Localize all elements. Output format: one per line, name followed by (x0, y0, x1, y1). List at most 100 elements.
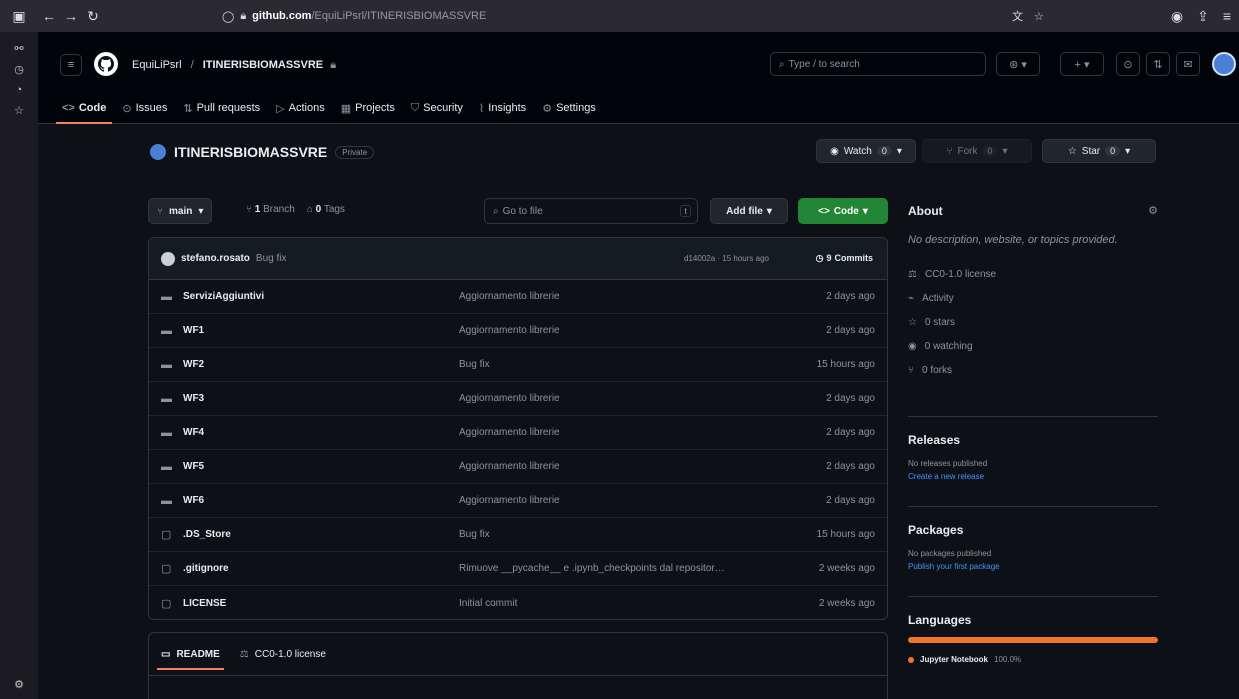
table-row[interactable]: ▢ LICENSE Initial commit 2 weeks ago (149, 586, 887, 619)
language-color-dot (908, 656, 914, 663)
file-name[interactable]: WF3 (183, 393, 473, 404)
stars-link[interactable]: ☆ 0 stars (908, 310, 1158, 334)
table-row[interactable]: ▬ WF1 Aggiornamento librerie 2 days ago (149, 314, 887, 348)
repo-link[interactable]: ITINERISBIOMASSVRE (203, 59, 323, 71)
table-row[interactable]: ▢ .gitignore Rimuove __pycache__ e .ipynb_… (149, 552, 887, 586)
visibility-badge: Private (335, 145, 375, 159)
commit-author[interactable]: stefano.rosato (181, 253, 250, 264)
create-new-button[interactable]: + ▾ (1060, 52, 1104, 76)
back-icon[interactable]: ← (38, 8, 60, 24)
releases-title[interactable]: Releases (908, 433, 1158, 447)
star-button[interactable]: ☆ Star 0 ▾ (1042, 139, 1156, 163)
file-name[interactable]: .DS_Store (183, 529, 473, 540)
share-icon[interactable]: ⇪ (1192, 8, 1214, 25)
file-commit-message[interactable]: Bug fix (459, 529, 490, 540)
language-item[interactable]: Jupyter Notebook 100.0% (908, 655, 1158, 664)
branch-selector[interactable]: ⑂ main ▾ (148, 198, 213, 224)
file-date: 2 days ago (826, 427, 875, 438)
table-row[interactable]: ▬ ServiziAggiuntivi Aggiornamento librerie… (149, 280, 887, 314)
pull-requests-icon[interactable]: ⇅ (1146, 52, 1170, 76)
tab-actions[interactable]: ▷ Actions (276, 98, 325, 118)
commits-link[interactable]: ◷ 9 Commits (816, 253, 873, 264)
add-file-button[interactable]: Add file ▾ (710, 198, 788, 224)
history-icon[interactable]: ◷ (14, 63, 24, 76)
file-commit-message[interactable]: Aggiornamento librerie (459, 393, 560, 404)
watch-button[interactable]: ◉ Watch 0 ▾ (816, 139, 916, 163)
file-name[interactable]: .gitignore (183, 563, 473, 574)
commit-hash-time[interactable]: d14002a · 15 hours ago (684, 254, 769, 263)
search-input[interactable]: ⌕ Type / to search (770, 52, 986, 76)
table-row[interactable]: ▬ WF3 Aggiornamento librerie 2 days ago (149, 382, 887, 416)
url-bar[interactable]: ◯ 🔒︎ github.com /EquiLiPsrl/ITINERISBIOM… (222, 5, 1217, 27)
translate-icon[interactable]: 文 (1012, 8, 1023, 24)
watching-link[interactable]: ◉ 0 watching (908, 334, 1158, 358)
avatar[interactable] (161, 251, 175, 266)
table-row[interactable]: ▬ WF2 Bug fix 15 hours ago (149, 348, 887, 382)
forks-link[interactable]: ⑂ 0 forks (908, 358, 1158, 382)
table-row[interactable]: ▬ WF5 Aggiornamento librerie 2 days ago (149, 450, 887, 484)
owner-link[interactable]: EquiLiPsrl (132, 59, 182, 71)
tab-pull-requests[interactable]: ⇅ Pull requests (183, 98, 260, 118)
file-name[interactable]: WF1 (183, 325, 473, 336)
file-name[interactable]: WF4 (183, 427, 473, 438)
tab-security[interactable]: ⛉ Security (411, 98, 463, 118)
file-name[interactable]: WF6 (183, 495, 473, 506)
issues-icon[interactable]: ⊙ (1116, 52, 1140, 76)
file-commit-message[interactable]: Initial commit (459, 598, 517, 609)
file-name[interactable]: WF2 (183, 359, 473, 370)
table-row[interactable]: ▢ .DS_Store Bug fix 15 hours ago (149, 518, 887, 552)
branches-link[interactable]: ⑂ 1 Branch (246, 204, 295, 215)
gear-icon[interactable]: ⚙ (1148, 204, 1158, 217)
table-row[interactable]: ▬ WF4 Aggiornamento librerie 2 days ago (149, 416, 887, 450)
hamburger-menu-icon[interactable]: ≡ (60, 54, 82, 76)
bookmark-star-icon[interactable]: ☆ (1034, 10, 1044, 23)
clock-icon[interactable]: ◔ (16, 84, 23, 96)
file-commit-message[interactable]: Aggiornamento librerie (459, 325, 560, 336)
tab-insights[interactable]: ⌇ Insights (479, 98, 526, 118)
create-release-link[interactable]: Create a new release (908, 471, 1158, 483)
table-row[interactable]: ▬ WF6 Aggiornamento librerie 2 days ago (149, 484, 887, 518)
ai-chat-icon[interactable]: ⚯ (14, 42, 23, 55)
file-commit-message[interactable]: Aggiornamento librerie (459, 461, 560, 472)
license-tab[interactable]: ⚖ CC0-1.0 license (240, 649, 326, 660)
folder-icon: ▬ (161, 392, 172, 405)
file-name[interactable]: ServiziAggiuntivi (183, 291, 473, 302)
activity-link[interactable]: ⌁ Activity (908, 286, 1158, 310)
fork-button[interactable]: ⑂ Fork 0 ▾ (922, 139, 1032, 163)
inbox-icon[interactable]: ✉ (1176, 52, 1200, 76)
bookmarks-icon[interactable]: ☆ (14, 104, 24, 117)
github-logo-icon[interactable] (94, 52, 118, 76)
reload-icon[interactable]: ↻ (82, 8, 104, 25)
file-date: 2 days ago (826, 291, 875, 302)
sidebar-toggle-icon[interactable]: ▣ (8, 8, 30, 25)
tags-link[interactable]: ⌂ 0 Tags (307, 204, 345, 215)
menu-icon[interactable]: ≡ (1216, 8, 1238, 24)
file-name[interactable]: WF5 (183, 461, 473, 472)
commit-message[interactable]: Bug fix (256, 253, 287, 264)
shield-icon: ⛉ (410, 101, 420, 114)
file-name[interactable]: LICENSE (183, 598, 473, 609)
readme-tab[interactable]: ▭ README (157, 649, 224, 670)
tab-code[interactable]: <> Code (55, 98, 113, 124)
publish-package-link[interactable]: Publish your first package (908, 561, 1158, 573)
tab-label: Insights (488, 102, 527, 114)
file-commit-message[interactable]: Aggiornamento librerie (459, 427, 560, 438)
user-avatar[interactable] (1212, 52, 1236, 76)
tab-issues[interactable]: ⊙ Issues (122, 98, 167, 118)
file-commit-message[interactable]: Aggiornamento librerie (459, 291, 560, 302)
forward-icon[interactable]: → (60, 8, 82, 24)
packages-title[interactable]: Packages (908, 523, 1158, 537)
extension-icon[interactable]: ◉ (1166, 8, 1188, 25)
license-link[interactable]: ⚖ CC0-1.0 license (908, 262, 1158, 286)
file-commit-message[interactable]: Rimuove __pycache__ e .ipynb_checkpoints… (459, 563, 725, 574)
code-button[interactable]: <> Code ▾ (798, 198, 888, 224)
chevron-down-icon: ▾ (1002, 145, 1008, 157)
file-commit-message[interactable]: Aggiornamento librerie (459, 495, 560, 506)
tab-settings[interactable]: ⚙ Settings (542, 98, 596, 118)
go-to-file-input[interactable]: ⌕ Go to file t (484, 198, 698, 224)
sidebar-settings-icon[interactable]: ⚙ (14, 678, 24, 691)
browser-sidebar: ⚯ ◷ ◔ ☆ ⚙ (0, 32, 38, 699)
file-commit-message[interactable]: Bug fix (459, 359, 490, 370)
tab-projects[interactable]: ▦ Projects (341, 98, 395, 118)
copilot-button[interactable]: ⊛ ▾ (996, 52, 1040, 76)
